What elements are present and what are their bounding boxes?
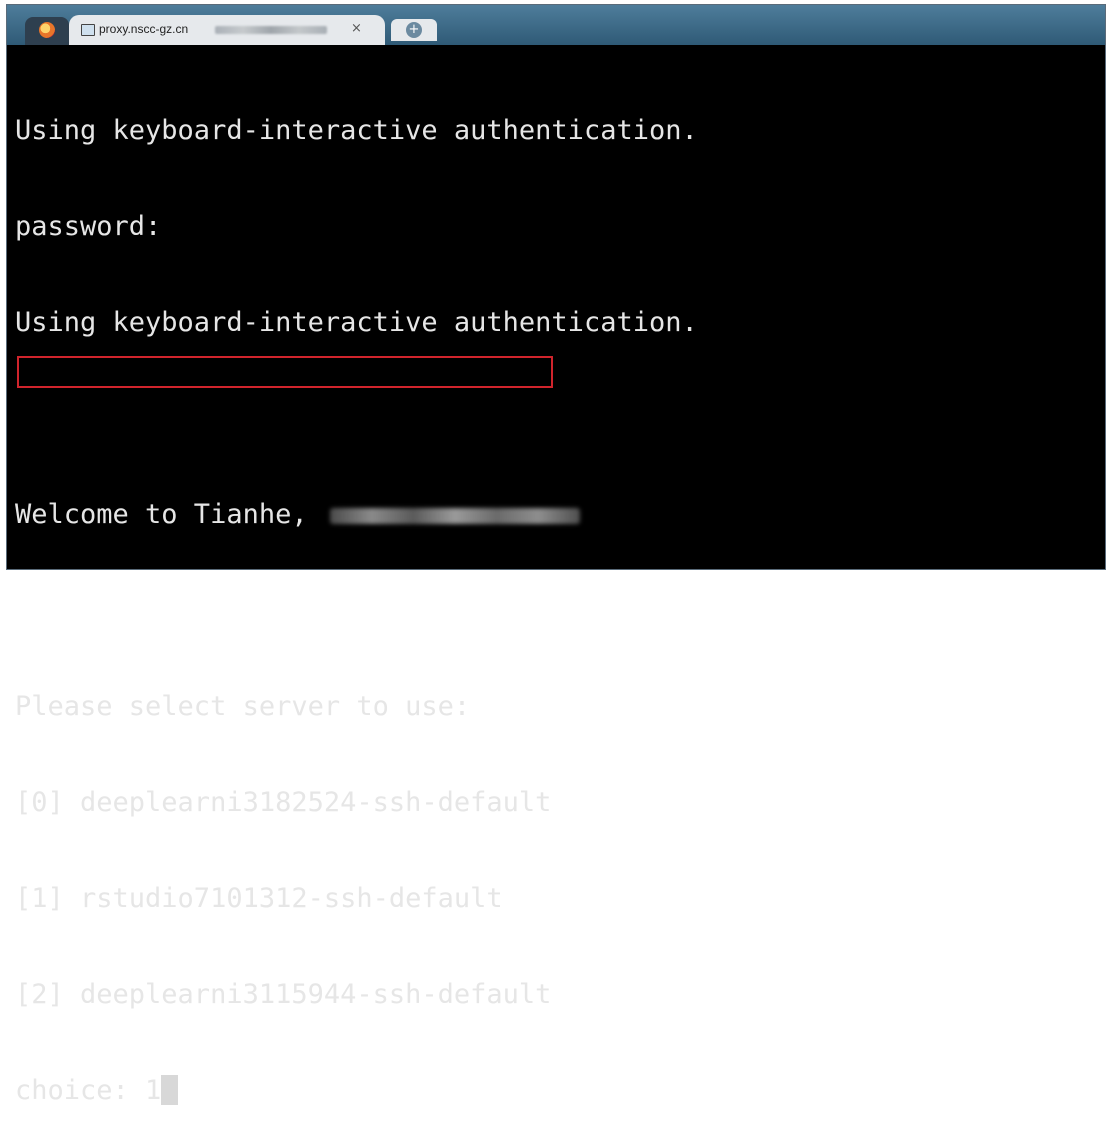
terminal-line: Using keyboard-interactive authenticatio… <box>15 115 698 146</box>
tab-bar: proxy.nscc-gz.cn × + <box>7 5 1105 45</box>
session-tab[interactable]: proxy.nscc-gz.cn × <box>69 15 385 45</box>
terminal-output[interactable]: Using keyboard-interactive authenticatio… <box>15 51 1095 1106</box>
welcome-line: Welcome to Tianhe, <box>15 499 1095 531</box>
tab-title: proxy.nscc-gz.cn <box>99 22 189 36</box>
terminal-line: Using keyboard-interactive authenticatio… <box>15 307 698 338</box>
app-logo-icon <box>39 22 55 38</box>
redacted-tab-text <box>215 26 327 34</box>
close-icon[interactable]: × <box>351 21 362 36</box>
selection-highlight-box <box>17 356 553 388</box>
app-menu-button[interactable] <box>25 17 69 45</box>
server-prompt: Please select server to use: <box>15 691 471 722</box>
new-tab-button[interactable]: + <box>391 19 437 41</box>
choice-line[interactable]: choice: 1 <box>15 1075 1095 1107</box>
server-option: [2] deeplearni3115944-ssh-default <box>15 979 552 1010</box>
text-cursor <box>161 1075 179 1105</box>
server-option-selected: [1] rstudio7101312-ssh-default <box>15 883 503 914</box>
monitor-icon <box>81 24 95 36</box>
choice-label: choice: <box>15 1075 146 1106</box>
plus-icon: + <box>406 22 422 38</box>
welcome-text: Welcome to Tianhe, <box>15 499 324 530</box>
terminal-line: password: <box>15 211 162 242</box>
server-option: [0] deeplearni3182524-ssh-default <box>15 787 552 818</box>
redacted-username <box>329 507 580 524</box>
choice-value: 1 <box>145 1075 162 1106</box>
terminal-window: proxy.nscc-gz.cn × + Using keyboard-inte… <box>6 4 1106 1106</box>
